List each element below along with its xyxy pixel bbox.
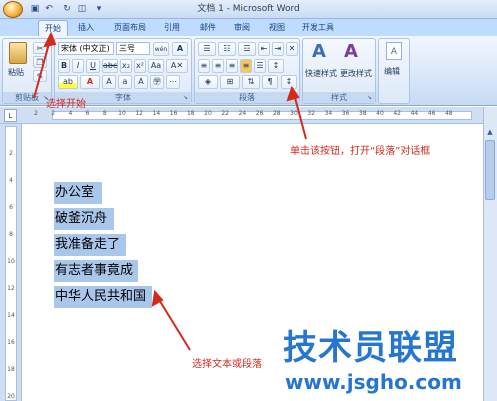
arrowhead-home bbox=[43, 31, 57, 48]
arrow-to-paragraph-launcher bbox=[293, 93, 307, 140]
annotation-select-start: 选择开始 bbox=[46, 99, 86, 110]
watermark-text: 技术员联盟 bbox=[283, 328, 458, 368]
watermark-url: www.jsgho.com bbox=[285, 370, 462, 394]
arrowhead-paragraph bbox=[286, 85, 300, 102]
arrow-to-selection bbox=[157, 297, 191, 351]
annotation-select-text: 选择文本或段落 bbox=[192, 359, 262, 370]
arrow-to-home-tab bbox=[33, 39, 51, 99]
annotation-click-button: 单击该按钮，打开“段落”对话框 bbox=[290, 146, 431, 157]
